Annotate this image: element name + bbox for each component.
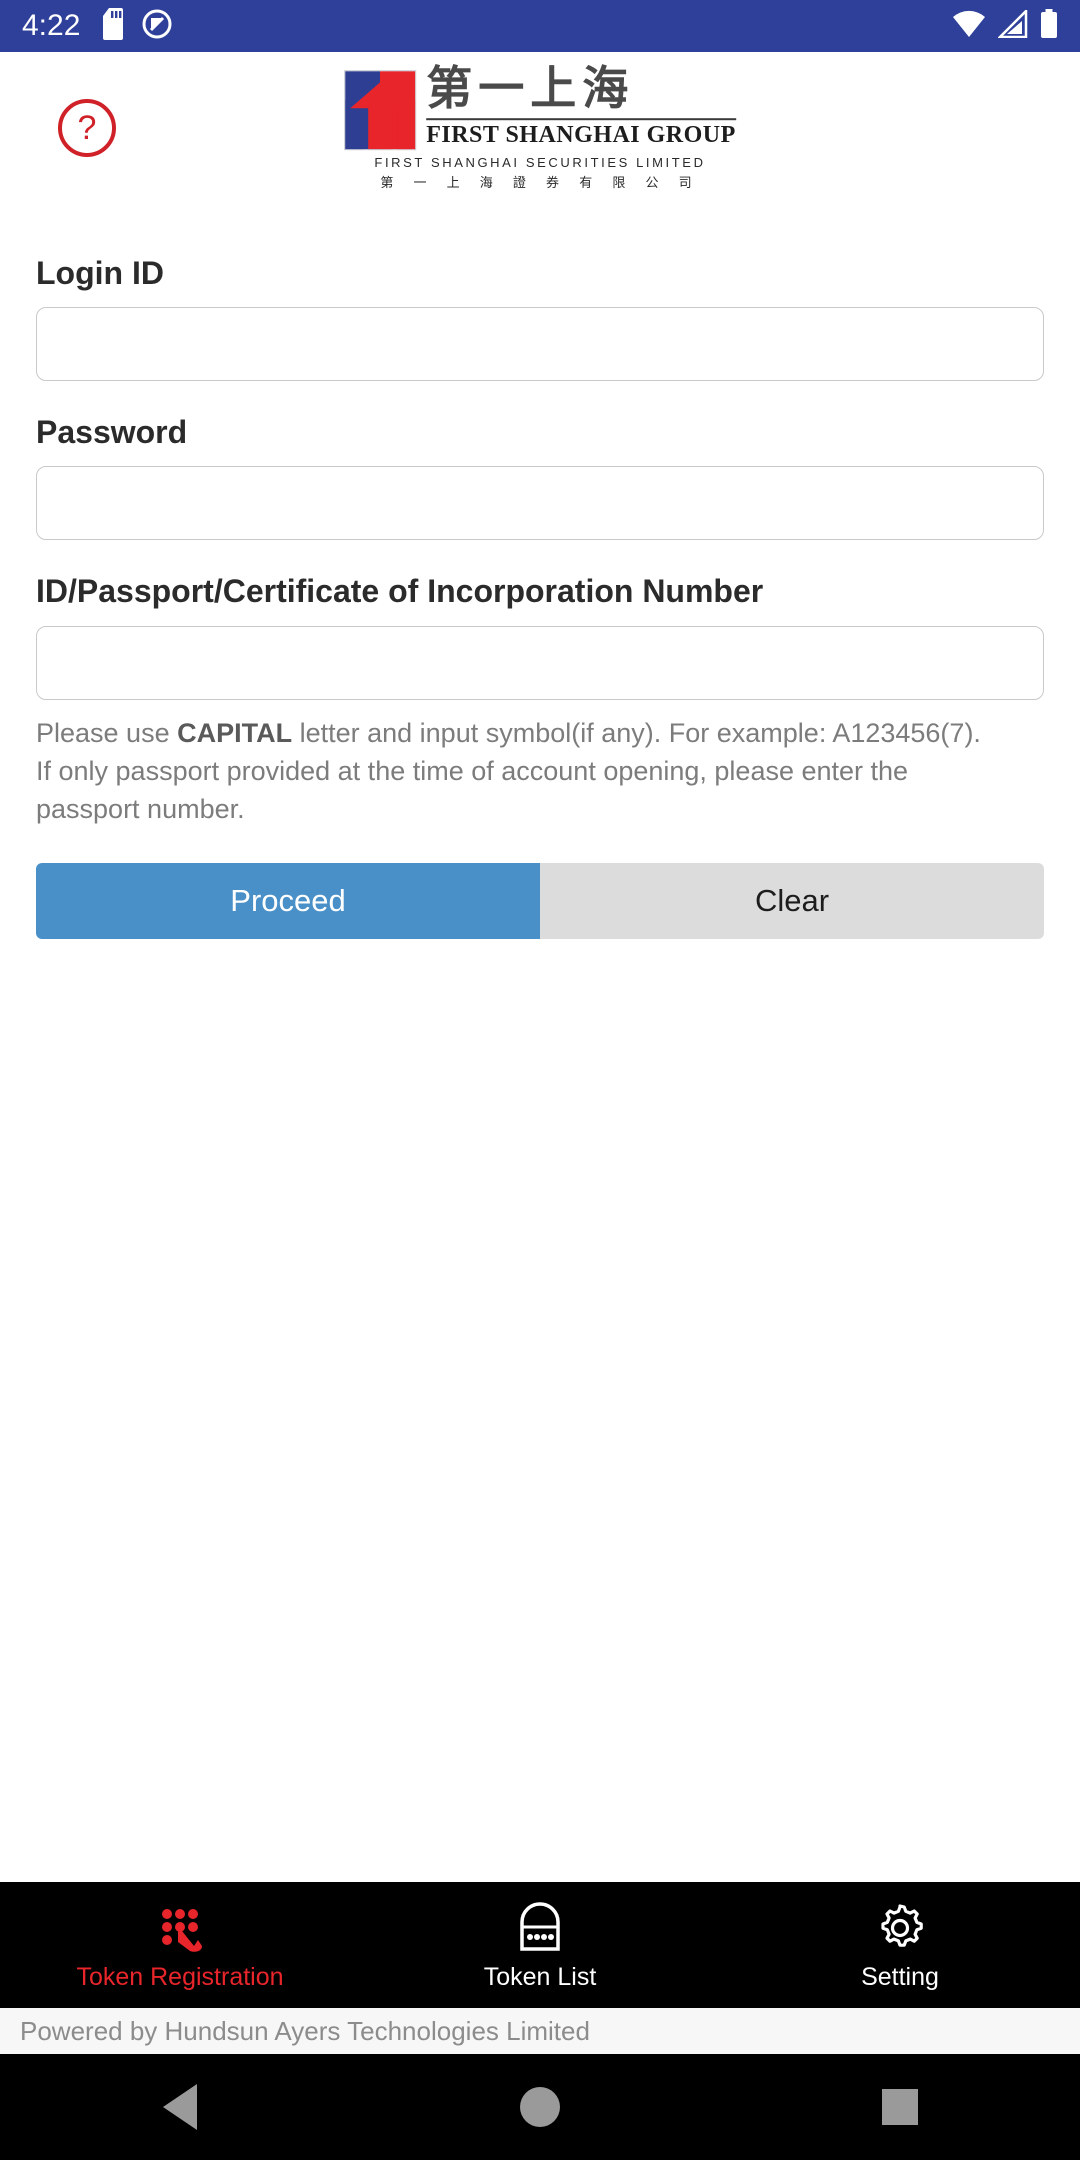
back-triangle-icon xyxy=(163,2084,197,2130)
android-navigation-bar xyxy=(0,2054,1080,2160)
password-label: Password xyxy=(36,414,188,451)
logo-group-name: FIRST SHANGHAI GROUP xyxy=(426,122,736,149)
status-bar: 4:22 xyxy=(0,0,1080,52)
tab-label-token-registration: Token Registration xyxy=(76,1962,284,1991)
form-button-row: Proceed Clear xyxy=(36,862,1044,939)
logo-divider xyxy=(426,118,736,121)
app-root: 4:22 ? 第一上海 FIRST SHANGHAI GROUP FIRST S… xyxy=(0,0,1080,2160)
tab-token-registration[interactable]: Token Registration xyxy=(0,1882,360,2008)
status-bar-left-icons xyxy=(102,7,172,45)
login-id-input[interactable] xyxy=(36,307,1044,382)
status-bar-clock: 4:22 xyxy=(22,9,81,42)
home-button[interactable] xyxy=(480,2054,600,2160)
id-number-helper-text: Please use CAPITAL letter and input symb… xyxy=(36,714,996,829)
proceed-button[interactable]: Proceed xyxy=(36,862,540,939)
sd-card-icon xyxy=(102,7,128,45)
logo-wordmark: 第一上海 FIRST SHANGHAI GROUP xyxy=(426,65,736,150)
tab-label-token-list: Token List xyxy=(483,1962,597,1991)
footer-powered-by-text: Powered by Hundsun Ayers Technologies Li… xyxy=(20,2016,590,2046)
tab-setting[interactable]: Setting xyxy=(720,1882,1080,2008)
clear-button[interactable]: Clear xyxy=(540,862,1044,939)
keypad-touch-icon xyxy=(154,1901,206,1955)
password-input[interactable] xyxy=(36,466,1044,541)
wifi-icon xyxy=(952,10,986,43)
login-id-label: Login ID xyxy=(36,255,164,291)
logo-securities-en: FIRST SHANGHAI SECURITIES LIMITED xyxy=(374,154,706,170)
login-form: Login ID Password ID/Passport/Certificat… xyxy=(0,204,1080,1882)
footer-bar: Powered by Hundsun Ayers Technologies Li… xyxy=(0,2008,1080,2054)
logo-top-row: 第一上海 FIRST SHANGHAI GROUP xyxy=(344,65,736,150)
battery-icon xyxy=(1040,8,1058,44)
helper-bold: CAPITAL xyxy=(177,717,293,748)
tab-token-list[interactable]: Token List xyxy=(360,1882,720,2008)
recents-square-icon xyxy=(882,2089,918,2125)
recents-button[interactable] xyxy=(840,2054,960,2160)
cellular-signal-icon xyxy=(996,7,1028,43)
helper-prefix: Please use xyxy=(36,717,178,748)
home-circle-icon xyxy=(520,2087,560,2127)
app-header: ? 第一上海 FIRST SHANGHAI GROUP FIRST SHANGH… xyxy=(0,52,1080,204)
id-number-label: ID/Passport/Certificate of Incorporation… xyxy=(36,573,764,610)
back-button[interactable] xyxy=(120,2054,240,2160)
logo-chinese-name: 第一上海 xyxy=(426,61,635,116)
id-number-input[interactable] xyxy=(36,625,1044,700)
logo-securities-cn: 第 一 上 海 證 券 有 限 公 司 xyxy=(380,175,700,191)
help-icon[interactable]: ? xyxy=(58,99,116,157)
gear-icon xyxy=(874,1901,926,1955)
bottom-tab-bar: Token Registration Token List Setting xyxy=(0,1882,1080,2008)
token-lock-icon xyxy=(516,1901,564,1955)
do-not-disturb-icon xyxy=(142,9,172,44)
company-logo: 第一上海 FIRST SHANGHAI GROUP FIRST SHANGHAI… xyxy=(344,65,736,191)
first-shanghai-mark-icon xyxy=(344,69,417,150)
status-bar-right-icons xyxy=(952,7,1058,44)
tab-label-setting: Setting xyxy=(861,1962,939,1991)
